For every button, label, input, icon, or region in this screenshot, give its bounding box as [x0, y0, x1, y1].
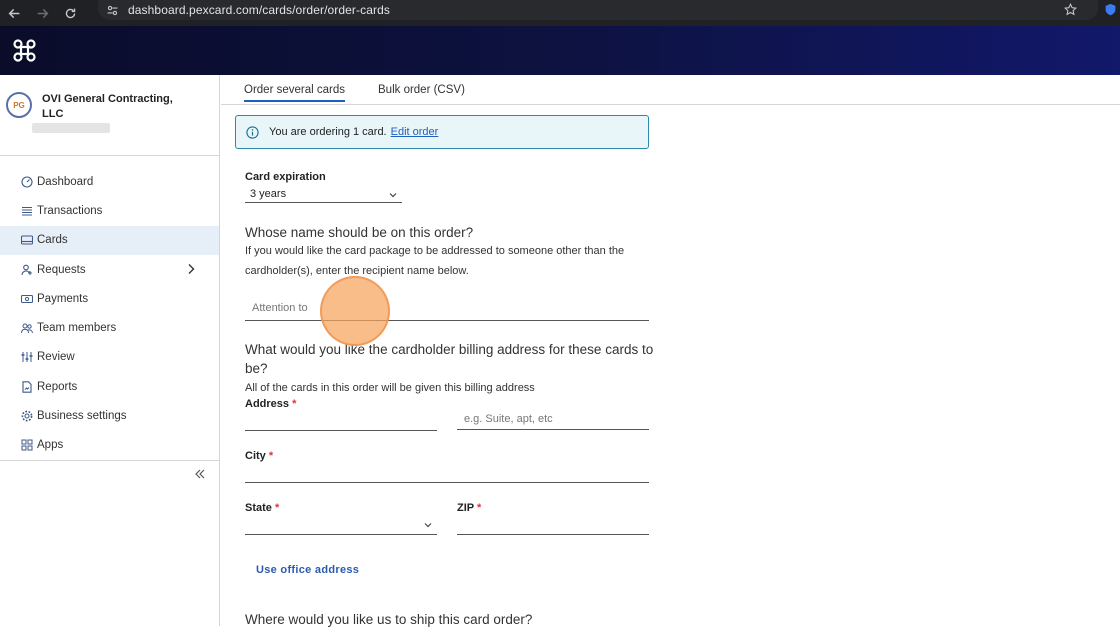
sidebar-item-label: Transactions — [37, 204, 103, 217]
edit-order-link[interactable]: Edit order — [391, 126, 439, 138]
ship-section-heading: Where would you like us to ship this car… — [245, 612, 533, 627]
tab-bulk-order-csv[interactable]: Bulk order (CSV) — [378, 84, 465, 100]
card-expiration-select[interactable]: 3 years — [245, 186, 402, 203]
sidebar-item-label: Apps — [37, 439, 64, 452]
click-indicator — [320, 276, 390, 346]
app-header — [0, 26, 1120, 75]
company-switcher[interactable]: PG OVI General Contracting, LLC — [6, 90, 216, 154]
divider — [0, 155, 219, 156]
address-line2-placeholder: e.g. Suite, apt, etc — [464, 413, 553, 425]
back-arrow-icon[interactable] — [0, 0, 28, 26]
zip-label-text: ZIP — [457, 502, 474, 514]
sidebar-item-payments[interactable]: Payments — [0, 284, 219, 313]
sidebar-item-reports[interactable]: Reports — [0, 372, 219, 401]
payments-icon — [20, 292, 33, 305]
sidebar-item-label: Dashboard — [37, 175, 94, 188]
card-expiration-value: 3 years — [250, 188, 287, 200]
requests-icon — [20, 263, 33, 276]
city-label-text: City — [245, 450, 266, 462]
attention-to-placeholder: Attention to — [252, 302, 308, 314]
state-label-text: State — [245, 502, 272, 514]
name-section-description: If you would like the card package to be… — [245, 245, 625, 277]
browser-toolbar: dashboard.pexcard.com/cards/order/order-… — [0, 0, 1120, 26]
url-text: dashboard.pexcard.com/cards/order/order-… — [128, 3, 390, 17]
site-settings-icon[interactable] — [106, 3, 120, 17]
card-expiration-label: Card expiration — [245, 171, 326, 183]
sidebar-item-apps[interactable]: Apps — [0, 431, 219, 460]
chevron-down-icon — [423, 520, 433, 530]
sidebar-item-business-settings[interactable]: Business settings — [0, 401, 219, 430]
forward-arrow-icon[interactable] — [28, 0, 56, 26]
order-tabs: Order several cards Bulk order (CSV) — [221, 75, 1120, 105]
address-bar[interactable]: dashboard.pexcard.com/cards/order/order-… — [98, 0, 1098, 20]
sidebar-item-label: Review — [37, 351, 75, 364]
state-select[interactable] — [245, 515, 437, 535]
sidebar-item-label: Business settings — [37, 410, 127, 423]
address-line2-input[interactable]: e.g. Suite, apt, etc — [457, 410, 649, 430]
sidebar-item-label: Team members — [37, 322, 117, 335]
attention-to-input[interactable]: Attention to — [245, 299, 649, 321]
zip-input[interactable] — [457, 515, 649, 535]
address-label: Address * — [245, 398, 296, 410]
apps-grid-icon — [20, 439, 33, 452]
order-info-text: You are ordering 1 card. — [269, 126, 387, 138]
sidebar-item-transactions[interactable]: Transactions — [0, 196, 219, 225]
sidebar-item-label: Reports — [37, 380, 78, 393]
list-icon — [20, 204, 33, 217]
required-mark: * — [292, 398, 297, 410]
report-icon — [20, 380, 33, 393]
address-line1-input[interactable] — [245, 410, 437, 431]
chevron-down-icon — [388, 190, 398, 200]
sliders-icon — [20, 351, 33, 364]
sidebar-item-label: Payments — [37, 292, 89, 305]
chevron-right-icon[interactable] — [185, 263, 197, 275]
card-icon — [20, 234, 33, 247]
team-icon — [20, 322, 33, 335]
extension-shield-icon[interactable] — [1100, 0, 1120, 18]
dashboard-gauge-icon — [20, 175, 33, 188]
city-label: City * — [245, 450, 273, 462]
sidebar-item-cards[interactable]: Cards — [0, 225, 219, 255]
sidebar-item-review[interactable]: Review — [0, 343, 219, 372]
state-label: State * — [245, 502, 279, 514]
company-subtitle-redacted — [32, 123, 110, 133]
billing-section-description: All of the cards in this order will be g… — [245, 382, 535, 394]
divider — [0, 460, 219, 461]
sidebar-item-label: Requests — [37, 263, 86, 276]
required-mark: * — [268, 450, 274, 462]
sidebar-item-label: Cards — [37, 234, 68, 247]
use-office-address-button[interactable]: Use office address — [256, 564, 359, 576]
name-section-heading: Whose name should be on this order? — [245, 225, 474, 240]
required-mark: * — [274, 502, 280, 514]
app-logo-icon[interactable] — [12, 38, 37, 63]
tab-order-several-cards[interactable]: Order several cards — [244, 84, 345, 102]
sidebar-item-requests[interactable]: Requests — [0, 255, 219, 284]
sidebar-item-team-members[interactable]: Team members — [0, 313, 219, 342]
company-logo-avatar: PG — [6, 92, 32, 118]
required-mark: * — [476, 502, 482, 514]
sidebar: PG OVI General Contracting, LLC Dashboar… — [0, 75, 220, 626]
address-label-text: Address — [245, 398, 290, 410]
main-content: Order several cards Bulk order (CSV) You… — [221, 75, 1120, 627]
gear-icon — [20, 410, 33, 423]
info-icon — [246, 125, 259, 139]
sidebar-nav: Dashboard Transactions Cards Requests Pa… — [0, 167, 219, 460]
collapse-sidebar-icon[interactable] — [193, 467, 207, 481]
reload-icon[interactable] — [56, 0, 84, 26]
sidebar-item-dashboard[interactable]: Dashboard — [0, 167, 219, 196]
city-input[interactable] — [245, 463, 649, 483]
bookmark-star-icon[interactable] — [1060, 0, 1080, 18]
order-info-banner: You are ordering 1 card. Edit order — [235, 115, 649, 149]
zip-label: ZIP * — [457, 502, 481, 514]
billing-section-heading: What would you like the cardholder billi… — [245, 342, 654, 376]
company-name: OVI General Contracting, LLC — [42, 93, 173, 120]
